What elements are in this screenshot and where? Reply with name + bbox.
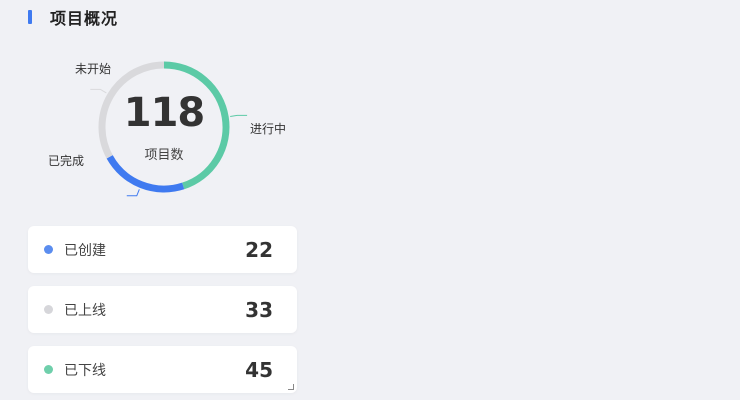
stat-value: 33 bbox=[245, 297, 273, 322]
stat-value: 45 bbox=[245, 357, 273, 382]
legend-label-completed: 已完成 bbox=[48, 154, 85, 168]
stat-card-created[interactable]: 已创建 22 bbox=[28, 226, 297, 273]
total-label: 项目数 bbox=[144, 148, 184, 163]
leader-line bbox=[230, 114, 248, 118]
status-dot bbox=[44, 305, 53, 314]
status-dot bbox=[44, 365, 53, 374]
resize-handle-icon[interactable] bbox=[288, 384, 294, 390]
stat-card-online[interactable]: 已上线 33 bbox=[28, 286, 297, 333]
section-header: 项目概况 bbox=[28, 6, 118, 28]
leader-line bbox=[126, 189, 140, 197]
stat-label: 已创建 bbox=[64, 242, 106, 259]
status-dot bbox=[44, 245, 53, 254]
stat-label: 已上线 bbox=[64, 302, 106, 319]
stat-label: 已下线 bbox=[64, 362, 106, 379]
donut-chart: 118 项目数 进行中 已完成 未开始 bbox=[0, 40, 320, 210]
stat-value: 22 bbox=[245, 237, 273, 262]
section-title: 项目概况 bbox=[50, 9, 119, 28]
stat-card-offline[interactable]: 已下线 45 bbox=[28, 346, 297, 393]
legend-label-in-progress: 进行中 bbox=[250, 122, 287, 136]
accent-bar bbox=[28, 10, 32, 24]
project-overview-panel: 项目概况 118 项目数 进行中 已完成 未开始 已创建 22 已上线 33 已… bbox=[0, 0, 740, 400]
total-count: 118 bbox=[123, 90, 206, 136]
legend-label-not-started: 未开始 bbox=[75, 62, 112, 76]
